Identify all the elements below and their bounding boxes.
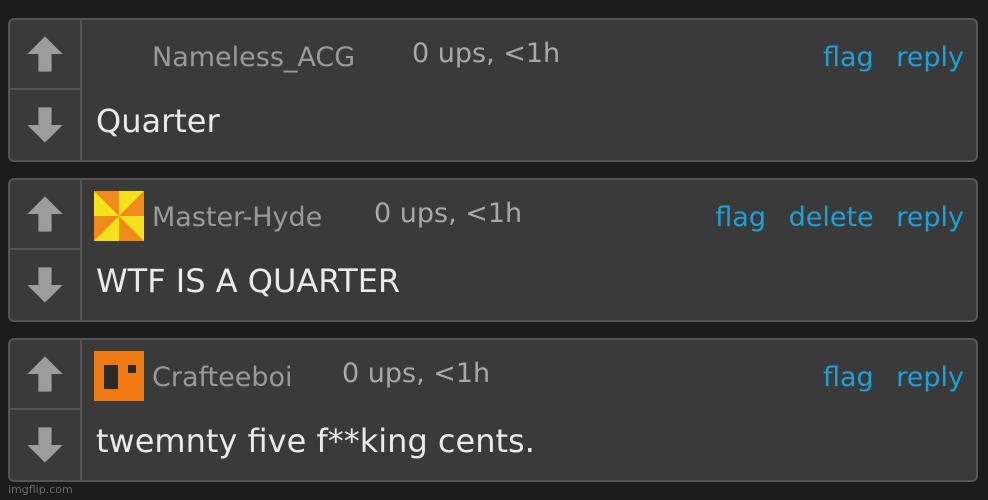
- comment-card: Nameless_ACG 0 ups, <1h flag reply Quart…: [8, 18, 978, 162]
- avatar[interactable]: [94, 351, 144, 401]
- comment-meta: 0 ups, <1h: [342, 358, 491, 389]
- vote-column: [10, 340, 82, 480]
- reply-link[interactable]: reply: [896, 202, 964, 233]
- downvote-button[interactable]: [10, 90, 80, 160]
- comment-card: Master-Hyde 0 ups, <1h flag delete reply…: [8, 178, 978, 322]
- username-link[interactable]: Nameless_ACG: [152, 42, 355, 73]
- comment-actions: flag reply: [809, 42, 964, 73]
- vote-column: [10, 180, 82, 320]
- upvote-button[interactable]: [10, 20, 80, 90]
- reply-link[interactable]: reply: [896, 362, 964, 393]
- avatar[interactable]: [94, 191, 144, 241]
- arrow-down-icon: [27, 107, 63, 143]
- reply-link[interactable]: reply: [896, 42, 964, 73]
- downvote-button[interactable]: [10, 410, 80, 480]
- comment-text: Quarter: [96, 102, 220, 140]
- arrow-up-icon: [27, 196, 63, 232]
- watermark: imgflip.com: [8, 483, 73, 496]
- arrow-up-icon: [27, 36, 63, 72]
- username-link[interactable]: Master-Hyde: [152, 202, 322, 233]
- comment-meta: 0 ups, <1h: [412, 38, 561, 69]
- delete-link[interactable]: delete: [789, 202, 874, 233]
- comment-text: WTF IS A QUARTER: [96, 262, 401, 300]
- comment-card: Crafteeboi 0 ups, <1h flag reply twemnty…: [8, 338, 978, 482]
- comment-meta: 0 ups, <1h: [374, 198, 523, 229]
- upvote-button[interactable]: [10, 180, 80, 250]
- upvote-button[interactable]: [10, 340, 80, 410]
- arrow-down-icon: [27, 427, 63, 463]
- comment-actions: flag reply: [809, 362, 964, 393]
- vote-column: [10, 20, 82, 160]
- flag-link[interactable]: flag: [823, 362, 874, 393]
- username-link[interactable]: Crafteeboi: [152, 362, 293, 393]
- flag-link[interactable]: flag: [715, 202, 766, 233]
- arrow-up-icon: [27, 356, 63, 392]
- arrow-down-icon: [27, 267, 63, 303]
- comment-text: twemnty five f**king cents.: [96, 422, 535, 460]
- flag-link[interactable]: flag: [823, 42, 874, 73]
- comment-header: Nameless_ACG 0 ups, <1h flag reply: [94, 30, 964, 78]
- comment-header: Crafteeboi 0 ups, <1h flag reply: [94, 350, 964, 401]
- downvote-button[interactable]: [10, 250, 80, 320]
- comment-actions: flag delete reply: [701, 202, 964, 233]
- comment-header: Master-Hyde 0 ups, <1h flag delete reply: [94, 190, 964, 241]
